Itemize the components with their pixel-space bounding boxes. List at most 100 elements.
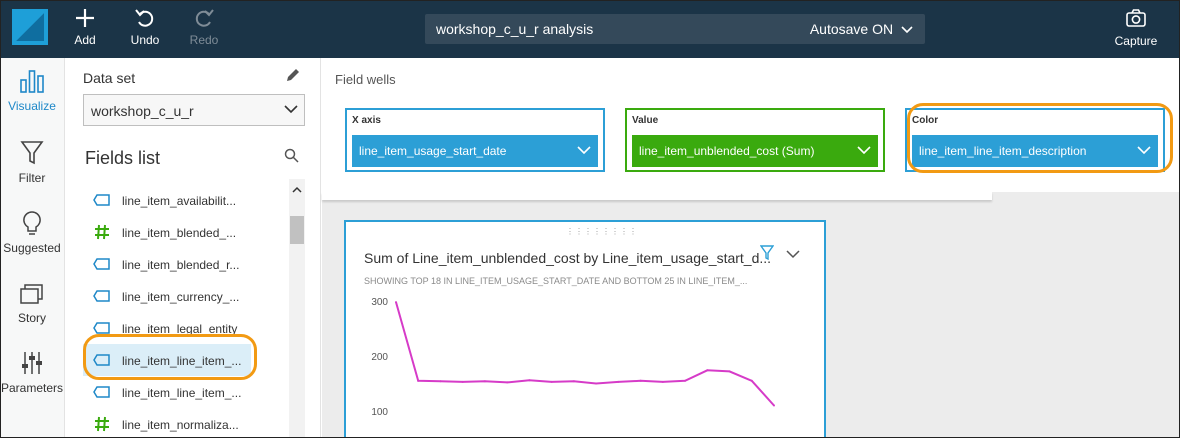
chevron-down-icon [284,102,298,119]
value-field-name: line_item_unblended_cost (Sum) [639,144,815,158]
fields-list-title: Fields list [85,148,161,168]
story-icon [19,284,45,309]
left-navigation: Visualize Filter Suggested Story Paramet… [1,58,65,437]
data-point[interactable] [661,380,664,383]
line-chart[interactable]: 300 200 100 [346,292,824,438]
nav-filter[interactable]: Filter [1,140,63,185]
data-point[interactable] [395,301,397,304]
nav-parameters[interactable]: Parameters [1,350,63,395]
field-name: line_item_normaliza... [122,418,239,432]
undo-label: Undo [130,33,160,47]
nav-parameters-label: Parameters [1,381,64,395]
dimension-tag-icon [93,352,111,368]
series-line[interactable] [395,301,775,407]
data-point[interactable] [728,370,731,373]
camera-icon [1109,9,1163,31]
x-axis-field-chip[interactable]: line_item_usage_start_date [352,135,598,167]
capture-label: Capture [1114,34,1158,48]
field-name: line_item_line_item_... [122,354,242,368]
scroll-up-arrow-icon[interactable] [292,181,302,199]
measure-hash-icon [93,416,111,432]
nav-visualize[interactable]: Visualize [1,68,63,113]
y-tick-label: 200 [371,352,388,363]
visual-subtitle: SHOWING TOP 18 IN LINE_ITEM_USAGE_START_… [364,276,748,286]
x-axis-well[interactable]: X axis line_item_usage_start_date [345,108,605,172]
top-toolbar: Add Undo Redo workshop_c_u_r analysis Au… [1,1,1179,58]
field-item[interactable]: line_item_currency_... [83,280,251,312]
undo-icon [117,7,173,31]
data-point[interactable] [461,380,464,383]
data-point[interactable] [750,379,753,382]
dimension-tag-icon [93,384,111,400]
color-well[interactable]: Color line_item_line_item_description [905,108,1165,172]
data-point[interactable] [483,380,486,383]
analysis-title[interactable]: workshop_c_u_r analysis [436,21,593,37]
value-well[interactable]: Value line_item_unblended_cost (Sum) [625,108,885,172]
field-item[interactable]: line_item_blended_r... [83,248,251,280]
quicksight-logo[interactable] [12,9,48,45]
field-item[interactable]: line_item_availabilit... [83,184,251,216]
field-item[interactable]: line_item_line_item_... [83,376,251,408]
autosave-toggle[interactable]: Autosave ON [810,21,913,37]
lightbulb-icon [21,211,43,239]
data-point[interactable] [439,380,442,383]
data-point[interactable] [417,379,420,382]
value-field-chip[interactable]: line_item_unblended_cost (Sum) [632,135,878,167]
data-point[interactable] [617,380,620,383]
field-wells-title: Field wells [335,72,396,87]
x-axis-field-name: line_item_usage_start_date [359,144,507,158]
bar-chart-icon [19,70,45,97]
nav-suggested[interactable]: Suggested [1,210,63,255]
filter-icon[interactable] [759,245,775,266]
fields-scrollbar[interactable] [289,179,305,437]
wells-divider [322,192,992,200]
redo-label: Redo [189,33,219,47]
field-name: line_item_line_item_... [122,386,242,400]
data-point[interactable] [595,382,598,385]
filter-icon [20,141,44,169]
data-point[interactable] [706,369,709,372]
redo-button[interactable]: Redo [176,7,232,47]
scrollbar-thumb[interactable] [290,216,304,244]
field-item[interactable]: line_item_legal_entity [83,312,251,344]
line-chart-visual[interactable]: ⋮⋮⋮⋮⋮⋮⋮⋮ Sum of Line_item_unblended_cost… [344,220,826,438]
chevron-down-icon[interactable] [1137,144,1151,158]
field-name: line_item_legal_entity [122,322,238,336]
field-item[interactable]: line_item_normaliza... [83,408,251,437]
data-point[interactable] [550,380,553,383]
data-point[interactable] [572,380,575,383]
data-point[interactable] [639,379,642,382]
nav-suggested-label: Suggested [3,241,61,255]
undo-button[interactable]: Undo [117,7,173,47]
data-point[interactable] [528,379,531,382]
data-point[interactable] [684,379,687,382]
dataset-select[interactable]: workshop_c_u_r [83,94,305,126]
add-button[interactable]: Add [57,7,113,47]
data-point[interactable] [506,381,509,384]
dimension-tag-icon [93,288,111,304]
visual-title[interactable]: Sum of Line_item_unblended_cost by Line_… [364,250,771,266]
analysis-name-bar[interactable]: workshop_c_u_r analysis Autosave ON [425,14,925,44]
capture-button[interactable]: Capture [1109,9,1163,48]
color-field-name: line_item_line_item_description [919,144,1087,158]
chevron-down-icon[interactable] [857,144,871,158]
dataset-value: workshop_c_u_r [91,103,194,119]
chevron-down-icon [901,26,913,34]
chevron-down-icon[interactable] [786,246,800,264]
nav-story-label: Story [17,311,46,325]
drag-handle-icon[interactable]: ⋮⋮⋮⋮⋮⋮⋮⋮ [566,227,638,236]
field-item[interactable]: line_item_blended_... [83,216,251,248]
search-icon[interactable] [284,148,299,168]
chevron-down-icon[interactable] [577,144,591,158]
autosave-label: Autosave ON [809,21,894,37]
nav-story[interactable]: Story [1,282,63,325]
field-item-selected[interactable]: line_item_line_item_... [83,344,251,376]
data-point[interactable] [773,404,775,407]
color-field-chip[interactable]: line_item_line_item_description [912,135,1158,167]
field-wells-panel: Field wells X axis line_item_usage_start… [322,58,1179,192]
sliders-icon [20,352,44,379]
nav-visualize-label: Visualize [8,99,56,113]
redo-icon [176,7,232,31]
pencil-icon[interactable] [285,67,301,88]
field-name: line_item_blended_... [122,226,237,240]
